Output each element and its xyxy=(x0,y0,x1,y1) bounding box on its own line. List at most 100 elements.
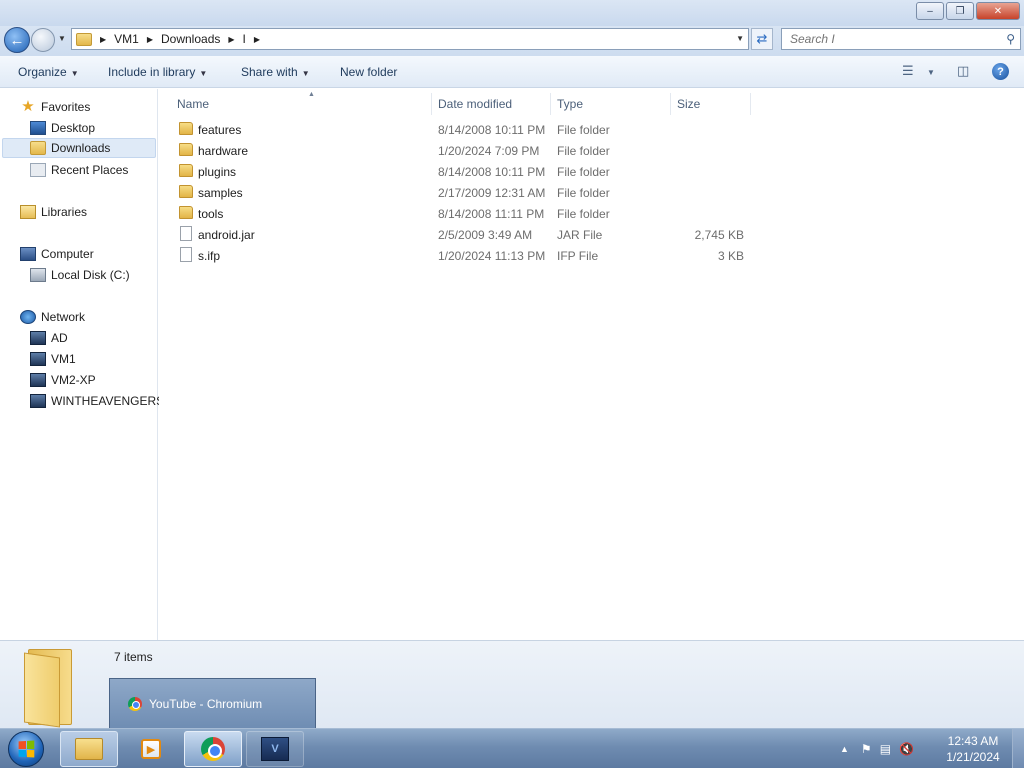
nav-local-disk[interactable]: Local Disk (C:) xyxy=(30,265,130,285)
address-bar[interactable]: ▶ VM1 ▶ Downloads ▶ I ▶ ▼ xyxy=(71,28,749,50)
file-name: s.ifp xyxy=(198,249,221,263)
file-date: 2/5/2009 3:49 AM xyxy=(438,228,533,242)
show-desktop-button[interactable] xyxy=(1012,729,1024,768)
network-status-icon[interactable]: ▤ xyxy=(880,742,891,756)
libraries-icon xyxy=(20,205,36,219)
file-row-tools[interactable]: tools 8/14/2008 11:11 PM File folder xyxy=(175,203,755,224)
view-options-icon[interactable]: ☰ xyxy=(902,63,914,79)
nav-downloads[interactable]: Downloads xyxy=(2,138,156,158)
chevron-right-icon[interactable]: ▶ xyxy=(147,35,153,44)
folder-icon xyxy=(179,122,193,135)
navigation-pane: ★ Favorites Desktop Downloads Recent Plac… xyxy=(0,89,164,640)
taskbar-thumbnail-preview[interactable]: YouTube - Chromium xyxy=(109,678,316,729)
recent-places-icon xyxy=(30,163,46,177)
nav-recent-places-label: Recent Places xyxy=(51,163,129,177)
taskbar-virtualbox[interactable]: V xyxy=(246,731,304,767)
nav-desktop[interactable]: Desktop xyxy=(30,118,95,138)
nav-computer-label: Computer xyxy=(41,247,94,261)
chevron-right-icon[interactable]: ▶ xyxy=(228,35,234,44)
computer-icon xyxy=(30,331,46,345)
thumbnail-title: YouTube - Chromium xyxy=(149,696,263,711)
column-header-type[interactable]: Type xyxy=(551,93,671,115)
clock-time: 12:43 AM xyxy=(947,734,999,748)
share-with-menu[interactable]: Share with ▼ xyxy=(241,65,310,79)
file-type: IFP File xyxy=(557,249,599,263)
minimize-button[interactable]: – xyxy=(916,2,944,20)
preview-pane-icon[interactable]: ◫ xyxy=(957,63,969,79)
organize-menu[interactable]: Organize ▼ xyxy=(18,65,79,79)
back-button[interactable]: ← xyxy=(4,27,30,53)
start-button[interactable] xyxy=(8,731,44,767)
clock[interactable]: 12:43 AM 1/21/2024 xyxy=(940,733,1006,765)
caret-down-icon: ▼ xyxy=(70,69,79,78)
recent-pages-dropdown[interactable]: ▼ xyxy=(58,34,66,43)
file-row-samples[interactable]: samples 2/17/2009 12:31 AM File folder xyxy=(175,182,755,203)
nav-recent-places[interactable]: Recent Places xyxy=(30,160,128,180)
file-row-s-ifp[interactable]: s.ifp 1/20/2024 11:13 PM IFP File 3 KB xyxy=(175,245,755,266)
nav-computer[interactable]: Computer xyxy=(20,244,94,264)
breadcrumb-i[interactable]: I xyxy=(243,32,246,46)
refresh-button[interactable]: ⇄ xyxy=(751,28,773,50)
close-button[interactable]: ✕ xyxy=(976,2,1020,20)
title-bar: – ❐ ✕ xyxy=(0,0,1024,26)
taskbar-media-player[interactable]: ▶ xyxy=(122,731,180,767)
taskbar-windows-explorer[interactable] xyxy=(60,731,118,767)
action-center-icon[interactable]: ⚑ xyxy=(861,742,872,756)
column-header-size[interactable]: Size xyxy=(671,93,751,115)
file-type: File folder xyxy=(557,144,610,158)
show-hidden-icons[interactable]: ▲ xyxy=(840,744,849,754)
address-row: ← ▼ ▶ VM1 ▶ Downloads ▶ I ▶ ▼ ⇄ ⚲ xyxy=(0,26,1024,56)
sort-ascending-icon: ▲ xyxy=(308,91,315,98)
search-input[interactable] xyxy=(790,32,990,46)
search-field[interactable]: ⚲ xyxy=(781,28,1021,50)
search-icon[interactable]: ⚲ xyxy=(1006,32,1015,46)
file-type: File folder xyxy=(557,165,610,179)
computer-icon xyxy=(30,352,46,366)
refresh-icon: ⇄ xyxy=(756,31,768,46)
new-folder-button[interactable]: New folder xyxy=(340,65,397,79)
file-list: Name ▲ Date modified Type Size features 8… xyxy=(159,89,1024,640)
file-name: samples xyxy=(198,186,243,200)
nav-network-wintheavengers[interactable]: WINTHEAVENGERS xyxy=(30,391,164,411)
file-name: features xyxy=(198,123,242,137)
column-header-name[interactable]: Name ▲ xyxy=(171,91,432,115)
nav-favorites[interactable]: ★ Favorites xyxy=(20,97,90,117)
chevron-right-icon[interactable]: ▶ xyxy=(254,35,260,44)
nav-network-label: Network xyxy=(41,310,86,324)
nav-network-vm2-xp[interactable]: VM2-XP xyxy=(30,370,96,390)
include-in-library-menu[interactable]: Include in library ▼ xyxy=(108,65,207,79)
nav-desktop-label: Desktop xyxy=(51,121,96,135)
breadcrumb-vm1[interactable]: VM1 xyxy=(114,32,139,46)
chevron-right-icon[interactable]: ▶ xyxy=(100,35,106,44)
help-icon[interactable]: ? xyxy=(992,63,1009,80)
file-row-features[interactable]: features 8/14/2008 10:11 PM File folder xyxy=(175,119,755,140)
breadcrumb-downloads[interactable]: Downloads xyxy=(161,32,220,46)
nav-network-ad[interactable]: AD xyxy=(30,328,68,348)
nav-network-vm1[interactable]: VM1 xyxy=(30,349,76,369)
items-count: 7 items xyxy=(114,650,153,664)
address-history-dropdown[interactable]: ▼ xyxy=(736,34,744,43)
nav-network-ad-label: AD xyxy=(51,331,68,345)
nav-network-wintheavengers-label: WINTHEAVENGERS xyxy=(51,394,165,408)
view-dropdown-icon[interactable]: ▼ xyxy=(927,68,935,77)
file-row-hardware[interactable]: hardware 1/20/2024 7:09 PM File folder xyxy=(175,140,755,161)
taskbar-chromium[interactable] xyxy=(184,731,242,767)
file-date: 8/14/2008 11:11 PM xyxy=(438,207,545,221)
hard-disk-icon xyxy=(30,268,46,282)
file-row-android-jar[interactable]: android.jar 2/5/2009 3:49 AM JAR File 2,… xyxy=(175,224,755,245)
chromium-icon xyxy=(201,737,225,761)
nav-libraries[interactable]: Libraries xyxy=(20,202,87,222)
organize-label: Organize xyxy=(18,65,67,79)
nav-favorites-label: Favorites xyxy=(41,100,91,114)
nav-network[interactable]: Network xyxy=(20,307,85,327)
column-header-date[interactable]: Date modified xyxy=(432,93,551,115)
include-in-library-label: Include in library xyxy=(108,65,196,79)
volume-muted-icon[interactable]: 🔇 xyxy=(899,742,914,756)
star-icon: ★ xyxy=(21,98,35,115)
file-row-plugins[interactable]: plugins 8/14/2008 10:11 PM File folder xyxy=(175,161,755,182)
folder-icon xyxy=(179,206,193,219)
forward-button[interactable] xyxy=(31,28,55,52)
maximize-button[interactable]: ❐ xyxy=(946,2,974,20)
computer-icon xyxy=(30,373,46,387)
file-date: 2/17/2009 12:31 AM xyxy=(438,186,546,200)
